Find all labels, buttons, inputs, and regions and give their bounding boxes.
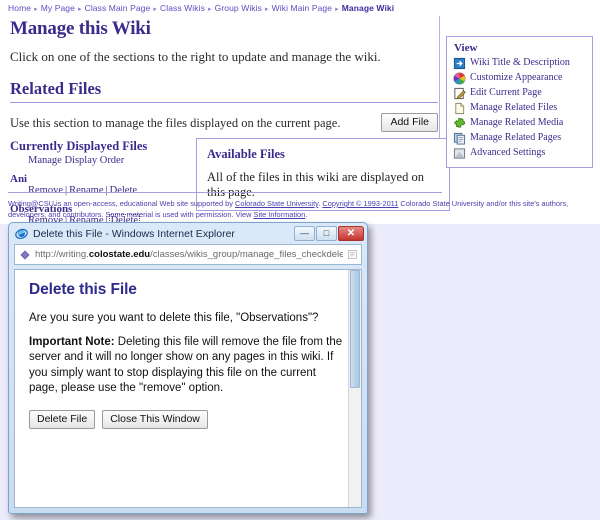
view-item-manage-related-media[interactable]: Manage Related Media (453, 116, 586, 131)
view-item-edit-current-page[interactable]: Edit Current Page (453, 86, 586, 101)
wiki-page: Home ▸ My Page ▸ Class Main Page ▸ Class Wikis… (0, 0, 600, 224)
vertical-scrollbar[interactable] (348, 270, 361, 507)
dialog-document: Delete this File Are you sure you want t… (15, 270, 361, 429)
breadcrumb-item-my-page[interactable]: My Page (41, 3, 75, 13)
footer-text-3: Colorado State University and/or this si… (398, 199, 569, 208)
breadcrumb-item-group-wikis[interactable]: Group Wikis (215, 3, 262, 13)
view-panel-title: View (454, 42, 478, 54)
view-item-label: Manage Related Files (470, 102, 558, 114)
footer-text-4: developers, and contributors. Some mater… (8, 209, 254, 219)
breadcrumb-separator: ▸ (153, 6, 157, 13)
document-icon (455, 102, 465, 115)
view-item-manage-related-files[interactable]: Manage Related Files (453, 101, 586, 116)
breadcrumb-item-manage-wiki: Manage Wiki (341, 3, 395, 13)
page-intro-text: Click on one of the sections to the righ… (10, 49, 381, 64)
delete-file-button[interactable]: Delete File (29, 410, 96, 429)
related-files-description: Use this section to manage the files dis… (10, 116, 341, 130)
address-bar[interactable]: http://writing.colostate.edu/classes/wik… (14, 244, 362, 265)
minimize-button[interactable]: — (294, 226, 315, 241)
green-puzzle-icon (454, 118, 465, 128)
breadcrumb-separator: ▸ (207, 6, 212, 13)
breadcrumb: Home ▸ My Page ▸ Class Main Page ▸ Class Wikis… (0, 0, 600, 15)
maximize-button[interactable]: □ (316, 226, 337, 241)
window-controls: — □ ✕ (294, 226, 364, 241)
colorado-state-university-link[interactable]: Colorado State University (235, 199, 318, 208)
view-panel-items: Wiki Title & Description Customize Appear… (453, 56, 586, 161)
copyright-link[interactable]: Copyright © 1993-2011 (322, 199, 398, 208)
gray-square-icon (453, 148, 466, 159)
view-item-wiki-title-description[interactable]: Wiki Title & Description (453, 56, 586, 71)
rename-file-link[interactable]: Rename (69, 185, 103, 196)
view-item-label: Manage Related Pages (470, 132, 562, 144)
page-title: Manage this Wiki (10, 18, 151, 39)
view-item-customize-appearance[interactable]: Customize Appearance (453, 71, 586, 86)
close-button[interactable]: ✕ (338, 226, 364, 241)
dialog-important-note: Important Note: Deleting this file will … (29, 335, 347, 396)
view-item-label: Wiki Title & Description (470, 57, 570, 69)
related-files-heading: Related Files (10, 79, 438, 103)
browser-viewport: Delete this File Are you sure you want t… (14, 269, 362, 508)
scrollbar-thumb[interactable] (350, 270, 360, 388)
view-item-label: Customize Appearance (470, 72, 563, 84)
footer-text-5: . (305, 209, 308, 219)
internet-explorer-window[interactable]: Delete this File - Windows Internet Expl… (8, 222, 368, 514)
pencil-page-icon (454, 87, 466, 100)
breadcrumb-item-wiki-main-page[interactable]: Wiki Main Page (272, 3, 332, 13)
available-files-heading: Available Files (207, 146, 285, 161)
currently-displayed-files-heading: Currently Displayed Files (10, 138, 148, 153)
file-actions: Remove | Rename | Delete (28, 185, 190, 196)
footer-text-1: Writing@CSU is an open-access, education… (8, 199, 236, 208)
remove-file-link[interactable]: Remove (28, 185, 63, 196)
breadcrumb-separator: ▸ (77, 6, 82, 13)
minimize-icon: — (300, 228, 309, 238)
close-this-window-button[interactable]: Close This Window (102, 410, 208, 429)
action-separator: | (105, 184, 108, 196)
breadcrumb-separator: ▸ (34, 6, 38, 13)
important-note-label: Important Note: (29, 336, 115, 348)
globe-icon (20, 250, 30, 259)
dialog-buttons: Delete File Close This Window (29, 410, 347, 429)
close-icon: ✕ (346, 227, 356, 239)
file-name: Ani (10, 172, 28, 185)
site-information-link[interactable]: Site Information (254, 210, 306, 219)
action-separator: | (65, 184, 68, 196)
view-item-label: Edit Current Page (470, 87, 542, 99)
window-title: Delete this File - Windows Internet Expl… (33, 227, 235, 240)
stacked-pages-icon (453, 132, 466, 145)
breadcrumb-item-class-main-page[interactable]: Class Main Page (85, 3, 151, 13)
view-item-advanced-settings[interactable]: Advanced Settings (453, 146, 586, 161)
dialog-question: Are you sure you want to delete this fil… (29, 312, 319, 324)
address-url: http://writing.colostate.edu/classes/wik… (35, 249, 343, 260)
breadcrumb-separator: ▸ (335, 6, 339, 13)
breadcrumb-separator: ▸ (265, 6, 269, 13)
available-files-text: All of the files in this wiki are displa… (207, 169, 424, 199)
view-item-manage-related-pages[interactable]: Manage Related Pages (453, 131, 586, 146)
footer: Writing@CSU is an open-access, education… (8, 199, 600, 220)
manage-display-order-link[interactable]: Manage Display Order (28, 155, 190, 166)
maximize-icon: □ (323, 228, 330, 238)
view-item-label: Manage Related Media (470, 117, 564, 129)
page-favicon-icon (348, 250, 357, 259)
window-titlebar[interactable]: Delete this File - Windows Internet Expl… (10, 224, 366, 243)
breadcrumb-item-class-wikis[interactable]: Class Wikis (160, 3, 205, 13)
dialog-title: Delete this File (29, 281, 137, 298)
view-item-label: Advanced Settings (470, 147, 546, 159)
internet-explorer-icon (15, 228, 28, 240)
delete-file-link[interactable]: Delete (110, 185, 137, 196)
add-file-button[interactable]: Add File (381, 113, 438, 132)
footer-divider (8, 192, 442, 193)
breadcrumb-item-home[interactable]: Home (8, 3, 31, 13)
color-wheel-icon (453, 72, 466, 85)
blue-arrow-page-icon (453, 57, 466, 70)
related-files-toolbar: Use this section to manage the files dis… (10, 113, 438, 132)
view-panel: View Wiki Title & Description Customize A… (446, 36, 593, 168)
